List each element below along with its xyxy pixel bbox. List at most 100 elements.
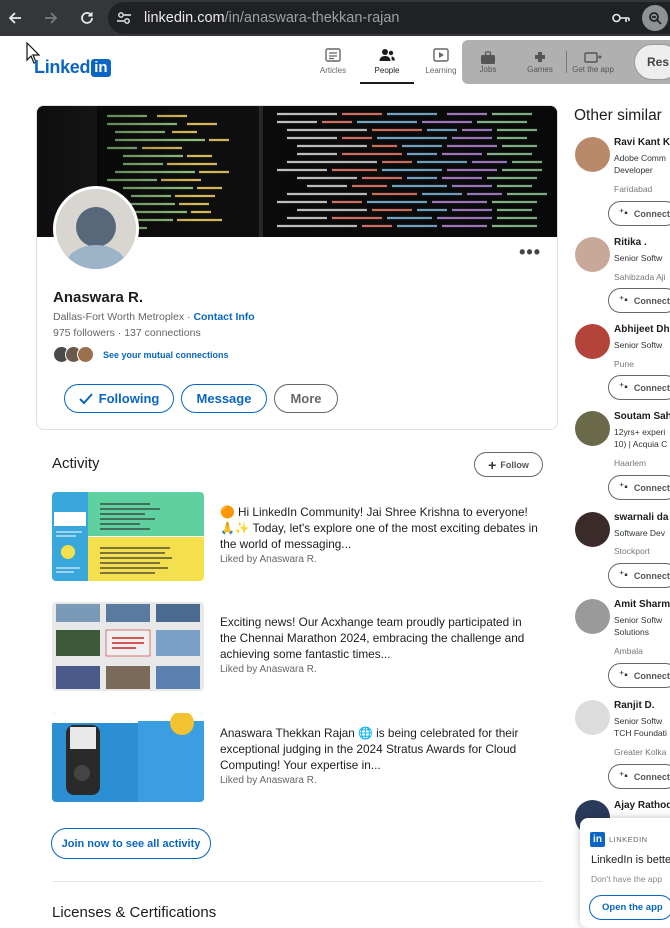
zoom-icon[interactable] — [642, 5, 668, 31]
password-key-icon[interactable] — [608, 5, 634, 31]
profile-avatar — [575, 411, 610, 446]
similar-profiles-title: Other similar — [574, 107, 662, 124]
nav-jobs-label: Jobs — [479, 64, 497, 74]
more-button[interactable]: More — [274, 384, 338, 413]
profile-actions: Following Message More — [64, 384, 345, 413]
check-icon — [78, 392, 93, 404]
profile-avatar — [575, 137, 610, 172]
headline-line: Solutions — [614, 627, 649, 637]
activity-title: Activity — [52, 455, 100, 472]
headline-line: Software Dev — [614, 528, 666, 538]
contact-info-link[interactable]: Contact Info — [193, 311, 254, 323]
resume-button[interactable]: Res — [634, 44, 670, 80]
resume-label: Res — [647, 55, 670, 69]
connect-button[interactable]: ⁺▪ Connect — [608, 475, 670, 500]
post-text: Exciting news! Our Acxhange team proudly… — [220, 614, 540, 677]
connect-label: Connect — [633, 382, 670, 393]
similar-name: Ritika . — [614, 237, 647, 248]
url-text: linkedin.com/in/anaswara-thekkan-rajan — [144, 10, 400, 26]
learning-icon — [433, 48, 449, 62]
mutual-connections-link[interactable]: See your mutual connections — [103, 350, 229, 360]
linkedin-small-icon: in — [590, 832, 605, 847]
join-now-button[interactable]: Join now to see all activity — [51, 828, 211, 859]
activity-post[interactable]: 🟠 Hi LinkedIn Community! Jai Shree Krish… — [52, 492, 542, 582]
get-app-icon — [584, 51, 602, 63]
app-promo-popup: in LINKEDIN LinkedIn is bette Don't have… — [580, 818, 670, 928]
nav-jobs[interactable]: Jobs — [462, 50, 514, 74]
add-person-icon: ⁺▪ — [619, 208, 628, 219]
mutual-avatar — [77, 346, 94, 363]
plus-icon: + — [488, 456, 497, 473]
nav-learning-label: Learning — [425, 66, 457, 75]
profile-name: Anaswara R. — [53, 289, 144, 306]
headline-line: Developer — [614, 165, 653, 175]
similar-headline: Adobe Comm Developer — [614, 152, 666, 176]
connect-button[interactable]: ⁺▪ Connect — [608, 375, 670, 400]
back-button[interactable] — [0, 3, 30, 33]
reload-button[interactable] — [72, 3, 102, 33]
profile-avatar[interactable] — [53, 186, 139, 272]
top-nav: Articles People Learning — [306, 48, 468, 84]
similar-headline: Software Dev — [614, 527, 665, 539]
add-person-icon: ⁺▪ — [619, 482, 628, 493]
connect-button[interactable]: ⁺▪ Connect — [608, 663, 670, 688]
post-liked-by: Liked by Anaswara R. — [220, 554, 317, 565]
nav-people[interactable]: People — [360, 48, 414, 84]
nav-get-app[interactable]: Get the app — [567, 51, 619, 74]
similar-location: Pune — [614, 359, 634, 369]
connect-button[interactable]: ⁺▪ Connect — [608, 288, 670, 313]
similar-name: Ravi Kant K — [614, 137, 670, 148]
similar-headline: Senior Softw TCH Foundati — [614, 715, 667, 739]
headline-line: TCH Foundati — [614, 728, 667, 738]
similar-headline: Senior Softw — [614, 252, 662, 264]
logo-word: Linked — [34, 57, 91, 77]
nav-people-label: People — [374, 66, 400, 75]
more-actions-icon[interactable]: ••• — [519, 242, 541, 263]
follow-button[interactable]: + Follow — [474, 452, 543, 477]
promo-brand-label: LINKEDIN — [609, 835, 648, 844]
forward-button[interactable] — [36, 3, 66, 33]
address-bar[interactable]: linkedin.com/in/anaswara-thekkan-rajan — [108, 2, 670, 34]
profile-card: ••• Anaswara R. Dallas-Fort Worth Metrop… — [36, 105, 558, 430]
similar-location: Stockport — [614, 546, 650, 556]
profile-avatar — [575, 324, 610, 359]
message-button[interactable]: Message — [181, 384, 267, 413]
people-icon — [379, 49, 395, 61]
connect-button[interactable]: ⁺▪ Connect — [608, 563, 670, 588]
headline-line: Senior Softw — [614, 253, 663, 263]
post-liked-by: Liked by Anaswara R. — [220, 664, 317, 675]
more-label: More — [290, 391, 322, 406]
following-label: Following — [98, 391, 160, 406]
similar-location: Faridabad — [614, 184, 653, 194]
promo-brand: in LINKEDIN — [590, 832, 648, 847]
nav-get-app-label: Get the app — [572, 64, 614, 74]
activity-post[interactable]: Anaswara Thekkan Rajan 🌐 is being celebr… — [52, 713, 542, 803]
open-app-button[interactable]: Open the app — [589, 895, 670, 920]
following-button[interactable]: Following — [64, 384, 174, 413]
similar-name: Ajay Rathod — [614, 800, 670, 811]
similar-name: swarnali da — [614, 512, 669, 523]
mutual-connections[interactable]: See your mutual connections — [53, 346, 229, 363]
linkedin-logo[interactable]: Linked in — [34, 57, 111, 78]
similar-location: Ambala — [614, 646, 643, 656]
nav-articles[interactable]: Articles — [306, 48, 360, 84]
similar-name: Ranjit D. — [614, 700, 655, 711]
activity-post[interactable]: Exciting news! Our Acxhange team proudly… — [52, 602, 542, 692]
connect-button[interactable]: ⁺▪ Connect — [608, 201, 670, 226]
site-info-icon[interactable] — [108, 2, 140, 34]
reload-icon — [81, 12, 93, 24]
post-liked-by: Liked by Anaswara R. — [220, 775, 317, 786]
nav-learning[interactable]: Learning — [414, 48, 468, 84]
mutual-avatars — [53, 346, 94, 363]
add-person-icon: ⁺▪ — [619, 570, 628, 581]
similar-name: Soutam Sah — [614, 411, 670, 422]
nav-games[interactable]: Games — [514, 51, 566, 74]
similar-location: Greater Kolka — [614, 747, 667, 757]
headline-line: Senior Softw — [614, 716, 663, 726]
nav-articles-label: Articles — [319, 66, 347, 75]
headline-line: 12yrs+ experi — [614, 427, 666, 437]
promo-subtext: Don't have the app — [591, 874, 663, 884]
connect-button[interactable]: ⁺▪ Connect — [608, 764, 670, 789]
url-path: /in/anaswara-thekkan-rajan — [224, 10, 400, 26]
post-body: 🟠 Hi LinkedIn Community! Jai Shree Krish… — [220, 505, 538, 551]
